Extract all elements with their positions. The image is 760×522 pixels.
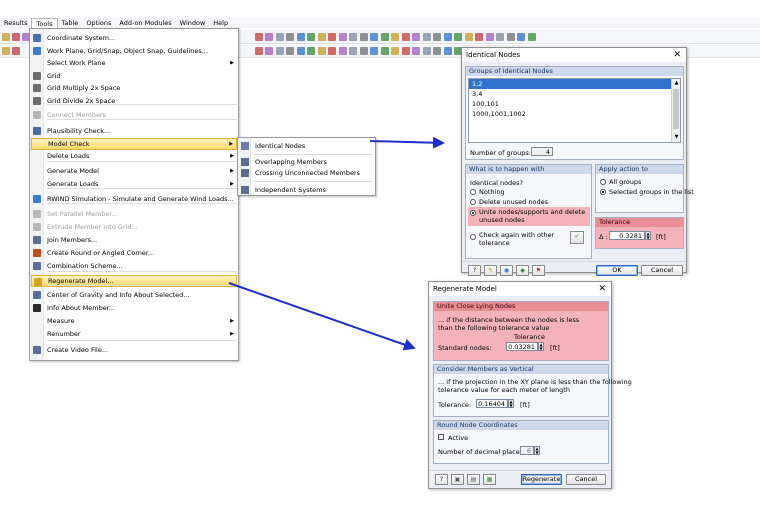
annotation-arrows	[228, 136, 445, 351]
arrow-to-regenerate-model	[228, 282, 416, 351]
arrow-to-identical-nodes	[369, 136, 445, 149]
